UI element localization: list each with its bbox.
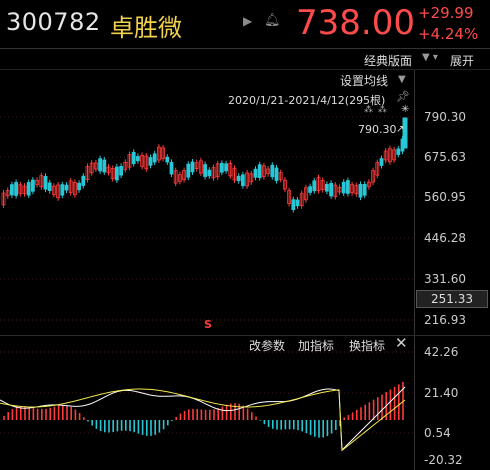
candle-body (165, 156, 170, 163)
candle-body (219, 162, 224, 173)
candle-body (81, 175, 86, 186)
candle-body (152, 153, 157, 163)
candle-body (77, 182, 81, 191)
candle-body (98, 158, 102, 172)
macd-tick: 21.40 (424, 386, 459, 400)
candle-body (379, 158, 384, 166)
candle-body (308, 186, 313, 193)
candle-body (186, 163, 191, 178)
y-tick: 790.30 (424, 110, 466, 124)
macd-tick: -20.32 (424, 453, 463, 467)
y-tick: 216.93 (424, 313, 466, 327)
candle-body (43, 176, 48, 190)
candle-body (274, 167, 279, 181)
candle-body (203, 164, 208, 177)
axis-divider (414, 70, 415, 470)
add-indicator-button[interactable]: 加指标 (298, 337, 334, 354)
candle-body (341, 181, 346, 194)
edit-params-button[interactable]: 改参数 (249, 337, 285, 354)
arrow-icon: ↗ (396, 124, 405, 135)
subpanel-divider (414, 335, 490, 336)
candle-body (207, 169, 212, 177)
candle-body (64, 184, 69, 191)
candle-body (270, 164, 275, 178)
candle-body (60, 184, 65, 196)
candle-body (396, 148, 401, 155)
candle-body (329, 183, 334, 197)
y-tick: 331.60 (424, 272, 466, 286)
candle-body (9, 184, 14, 196)
candle-body (148, 157, 153, 166)
candle-body (291, 199, 296, 210)
candle-body (236, 175, 241, 182)
candle-body (119, 165, 123, 176)
candle-body (30, 179, 35, 192)
y-tick: 446.28 (424, 231, 466, 245)
max-price-label: 790.30 (358, 123, 397, 136)
kline-chart[interactable] (0, 0, 490, 470)
candle-body (135, 156, 140, 162)
candle-body (240, 174, 245, 187)
candle-body (169, 162, 174, 175)
last-price-tag: 251.33 (416, 290, 488, 308)
candle-body (115, 166, 119, 181)
candle-body (345, 180, 350, 194)
candle-body (190, 161, 195, 173)
candle-body (324, 183, 329, 192)
subpanel-divider (0, 335, 414, 336)
star-icon[interactable]: ✳ (401, 104, 409, 115)
y-tick: 675.63 (424, 150, 466, 164)
close-icon[interactable]: ✕ (395, 334, 408, 352)
candle-body (26, 182, 31, 196)
candle-body (257, 164, 262, 178)
candle-body (312, 180, 317, 192)
macd-tick: 0.54 (424, 426, 451, 440)
event-marker-s[interactable]: S (204, 318, 212, 331)
candle-body (358, 183, 363, 198)
candle-body (295, 199, 300, 207)
switch-indicator-button[interactable]: 换指标 (349, 337, 385, 354)
candle-body (102, 159, 107, 173)
candle-body (14, 182, 19, 196)
event-icons[interactable]: ⁂ ⁂ (364, 105, 388, 115)
candle-body (224, 163, 229, 172)
candle-body (253, 168, 258, 178)
candle-body (47, 182, 52, 191)
candle-body (131, 151, 136, 165)
y-tick: 560.95 (424, 190, 466, 204)
candle-body (362, 184, 367, 196)
macd-tick: 42.26 (424, 345, 459, 359)
